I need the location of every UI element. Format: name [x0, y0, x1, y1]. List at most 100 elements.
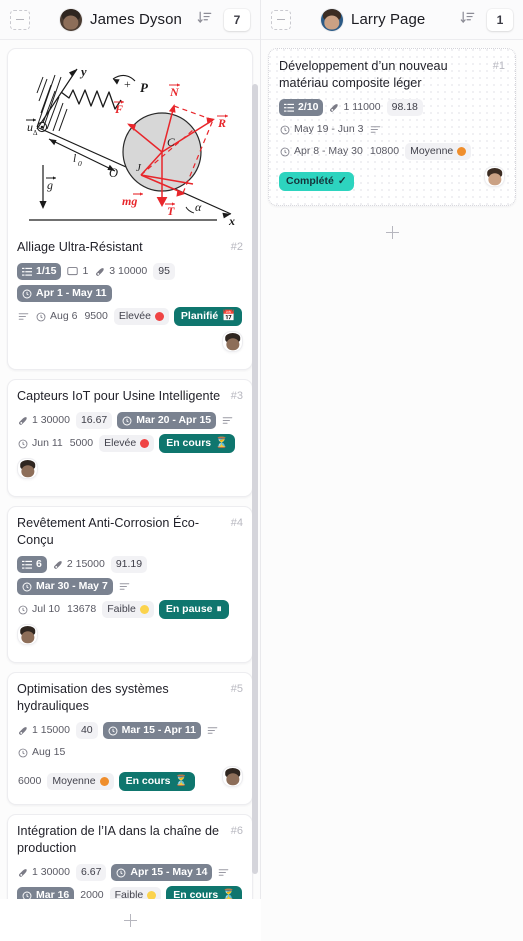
chip-priority[interactable]: Elevée: [113, 308, 169, 325]
chip-description[interactable]: [118, 579, 131, 594]
priority-low-dot: [139, 605, 149, 614]
chip-value[interactable]: 98.18: [386, 99, 423, 116]
chip-value[interactable]: 95: [153, 263, 175, 280]
card-meta-row: 1 30000 16.67 Mar 20 - Apr 15: [17, 412, 243, 429]
chip-date-range[interactable]: Mar 30 - May 7: [17, 578, 113, 595]
column-title: Larry Page: [351, 11, 426, 28]
chip-tag[interactable]: 1 30000: [17, 412, 71, 429]
chip-number[interactable]: 9500: [83, 308, 108, 325]
column-card-count: 7: [224, 8, 250, 31]
clock-icon: [280, 147, 290, 156]
chip-date[interactable]: Aug 6: [35, 308, 78, 325]
column-card-list[interactable]: y x u Δ g l 0 O J C P + α F N R mg T All…: [0, 40, 260, 941]
chip-date-range[interactable]: Apr 15 - May 14: [111, 864, 213, 881]
add-card-button-right[interactable]: [268, 215, 516, 249]
chip-label: Planifié: [180, 310, 219, 322]
chip-date[interactable]: Jun 11: [17, 435, 64, 452]
checklist-icon: [22, 267, 32, 276]
card-revetement-anti-corrosion[interactable]: Revêtement Anti-Corrosion Éco-Conçu #4 6…: [7, 506, 253, 663]
chip-number[interactable]: 5000: [69, 435, 94, 452]
chip-number[interactable]: 6000: [17, 773, 42, 790]
chip-value[interactable]: 6.67: [75, 864, 107, 881]
chip-description[interactable]: [369, 122, 382, 137]
card-number: #6: [230, 825, 243, 837]
chip-label: Elevée: [118, 310, 151, 322]
avatar-face: [225, 772, 240, 786]
chip-date-range[interactable]: Mar 15 - Apr 11: [102, 722, 201, 739]
column-card-list[interactable]: Développement d’un nouveau matériau comp…: [261, 40, 523, 941]
chip-label: En cours: [125, 774, 171, 787]
chip-priority[interactable]: Elevée: [99, 435, 155, 452]
chip-priority[interactable]: Faible: [102, 601, 154, 618]
chip-status[interactable]: En cours ⏳: [159, 434, 236, 453]
chip-date-range[interactable]: Mar 20 - Apr 15: [117, 412, 217, 429]
avatar-face: [487, 172, 502, 186]
sort-descending-icon[interactable]: [197, 10, 212, 30]
card-meta-row: Jul 10 13678 Faible En pause ⏸: [17, 600, 243, 654]
collapse-column-button[interactable]: [271, 9, 291, 30]
chip-tag[interactable]: 2 15000: [52, 556, 106, 573]
avatar-face: [225, 337, 240, 351]
chip-value[interactable]: 40: [75, 722, 98, 739]
card-assignee-avatar[interactable]: [222, 331, 243, 352]
chip-checklist[interactable]: 6: [17, 556, 47, 573]
chip-status[interactable]: Planifié 📅: [173, 307, 243, 326]
collapse-column-button[interactable]: [10, 9, 30, 30]
chip-date[interactable]: Jul 10: [17, 601, 61, 618]
column-scrollbar[interactable]: [252, 84, 258, 874]
minus-icon: [16, 18, 24, 21]
chip-description[interactable]: [206, 723, 219, 738]
chip-label: Faible: [107, 603, 136, 615]
chip-label: Mar 20 - Apr 15: [136, 414, 212, 426]
chip-date[interactable]: Aug 15: [17, 744, 66, 761]
chip-description[interactable]: [221, 413, 234, 428]
chip-tag[interactable]: 1 15000: [17, 722, 71, 739]
chip-tag[interactable]: 1 30000: [17, 864, 71, 881]
card-alliage-ultra-resistant[interactable]: y x u Δ g l 0 O J C P + α F N R mg T All…: [7, 48, 253, 370]
svg-text:F: F: [114, 102, 123, 116]
chip-label: 1/15: [36, 265, 57, 277]
card-number: #2: [230, 241, 243, 253]
chip-status[interactable]: En pause ⏸: [158, 600, 229, 619]
chip-label: May 19 - Jun 3: [294, 123, 364, 135]
svg-text:O: O: [109, 166, 118, 180]
chip-comments[interactable]: 1: [66, 263, 89, 280]
chip-priority[interactable]: Moyenne: [405, 143, 472, 160]
card-assignee-avatar[interactable]: [17, 458, 38, 479]
card-title-row: Intégration de l’IA dans la chaîne de pr…: [17, 823, 243, 857]
card-assignee-avatar[interactable]: [222, 766, 243, 787]
card-capteurs-iot[interactable]: Capteurs IoT pour Usine Intelligente #3 …: [7, 379, 253, 497]
chip-date-range-secondary[interactable]: Apr 8 - May 30: [279, 143, 364, 160]
svg-text:l: l: [73, 153, 76, 165]
card-developpement-materiau-composite[interactable]: Développement d’un nouveau matériau comp…: [268, 48, 516, 206]
sort-descending-icon[interactable]: [460, 10, 475, 30]
hourglass-icon: ⏳: [215, 437, 229, 449]
chip-label: Aug 15: [32, 746, 66, 758]
card-optimisation-hydraulique[interactable]: Optimisation des systèmes hydrauliques #…: [7, 672, 253, 805]
avatar-face: [20, 630, 35, 644]
chip-value[interactable]: 16.67: [75, 412, 113, 429]
chip-checklist[interactable]: 2/10: [279, 99, 324, 116]
chip-priority[interactable]: Moyenne: [47, 772, 114, 790]
chip-status[interactable]: Complété ✓: [279, 171, 354, 191]
chip-description[interactable]: [17, 309, 30, 324]
chip-tag[interactable]: 3 10000: [94, 263, 148, 280]
chip-label: Mar 30 - May 7: [36, 580, 108, 592]
add-card-button-left[interactable]: [0, 899, 261, 941]
card-meta-row: 6000 Moyenne En cours ⏳: [17, 766, 243, 796]
tag-icon: [19, 726, 27, 735]
check-icon: ✓: [337, 174, 347, 187]
chip-description[interactable]: [217, 865, 230, 880]
chip-number[interactable]: 10800: [369, 143, 400, 160]
tag-icon: [53, 560, 62, 569]
chip-date-range[interactable]: May 19 - Jun 3: [279, 121, 364, 138]
chip-value[interactable]: 91.19: [110, 556, 148, 573]
chip-date-range[interactable]: Apr 1 - May 11: [17, 285, 112, 302]
chip-number[interactable]: 13678: [66, 601, 97, 618]
chip-checklist[interactable]: 1/15: [17, 263, 62, 280]
clock-icon: [18, 605, 28, 614]
card-assignee-avatar[interactable]: [17, 624, 38, 645]
card-assignee-avatar[interactable]: [484, 166, 505, 187]
chip-tag[interactable]: 1 11000: [328, 99, 381, 116]
chip-status[interactable]: En cours ⏳: [118, 771, 195, 791]
